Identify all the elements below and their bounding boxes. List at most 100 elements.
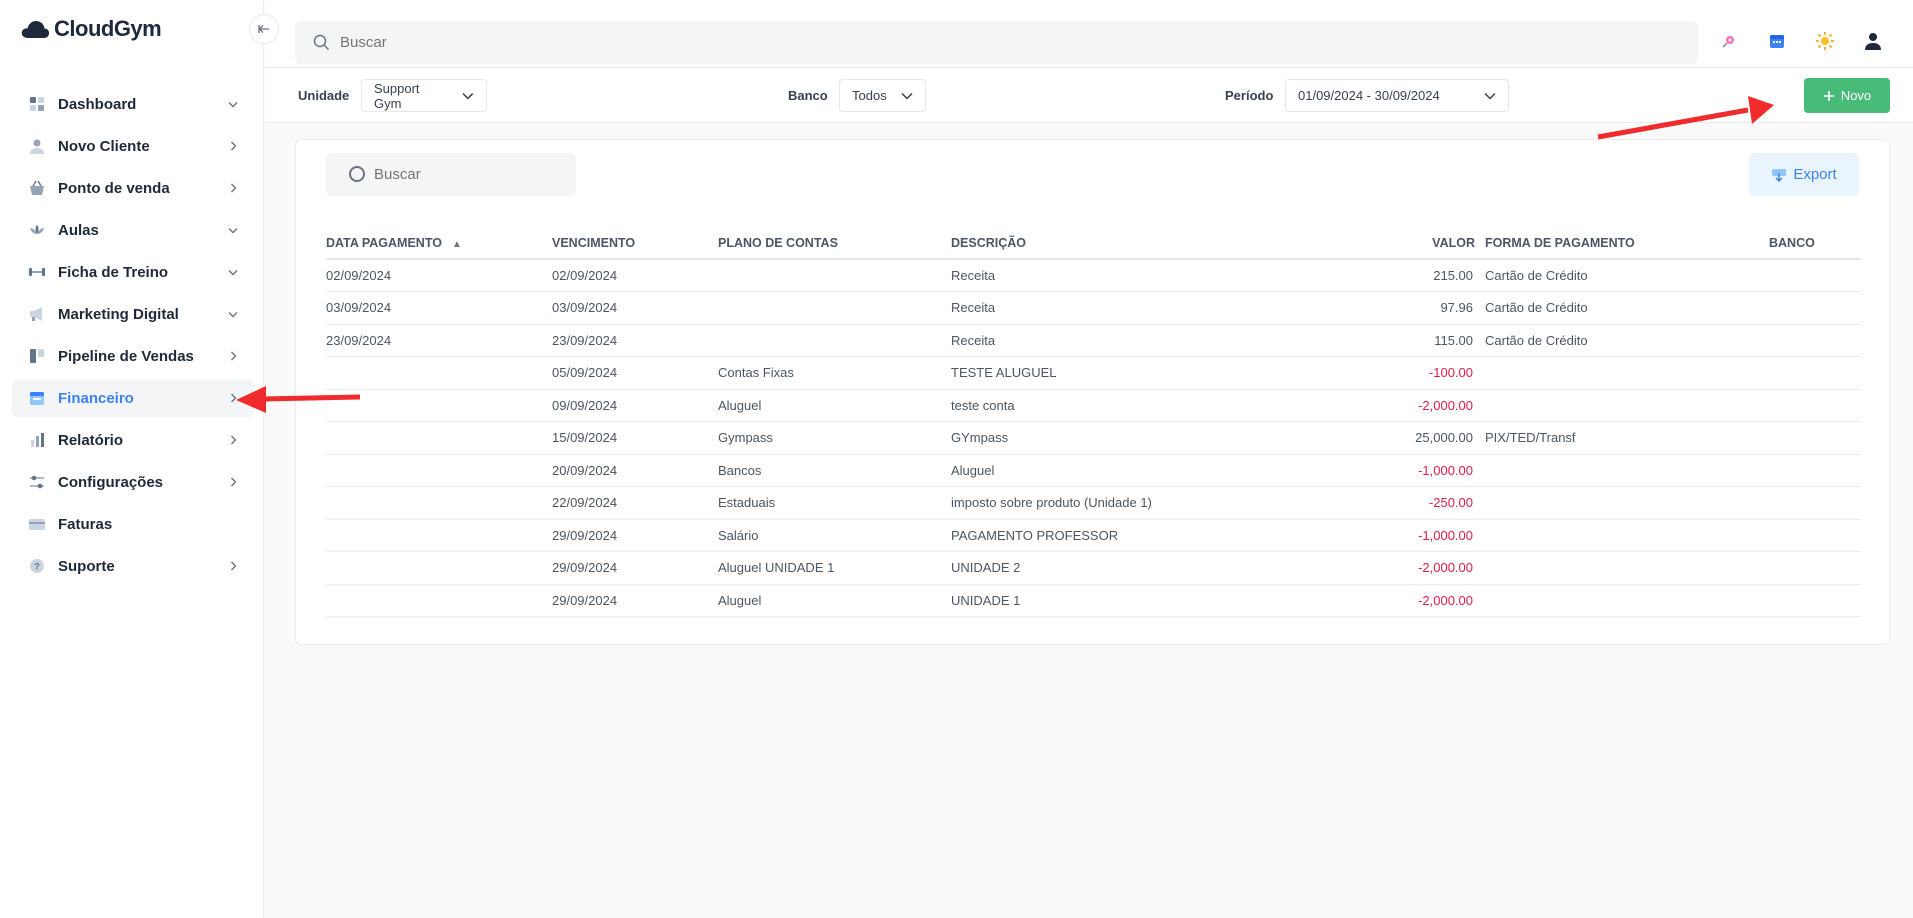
chevron-down-icon	[901, 92, 913, 100]
table-row[interactable]: 23/09/2024 23/09/2024 Receita 115.00 Cartão …	[326, 324, 1861, 357]
chevron-right-icon[interactable]	[226, 561, 240, 571]
sidebar-item-ponto-de-venda[interactable]: Ponto de venda	[12, 169, 254, 207]
cell-descricao: UNIDADE 1	[951, 584, 1249, 617]
table-row[interactable]: 03/09/2024 03/09/2024 Receita 97.96 Cartão d…	[326, 291, 1861, 325]
bar-chart-icon	[28, 431, 46, 449]
sidebar-item-novo-cliente[interactable]: Novo Cliente	[12, 127, 254, 165]
table-search[interactable]	[326, 153, 576, 196]
topbar	[265, 0, 1913, 68]
sort-asc-icon[interactable]: ▲	[452, 239, 462, 250]
sidebar-item-dashboard[interactable]: Dashboard	[12, 85, 254, 123]
table-row[interactable]: 29/09/2024 Aluguel UNIDADE 1 -2,000.00	[326, 584, 1861, 617]
cell-plano-de-contas: Contas Fixas	[718, 356, 951, 390]
chevron-right-icon[interactable]	[226, 351, 240, 361]
sidebar-item-marketing-digital[interactable]: Marketing Digital	[12, 295, 254, 333]
table-row[interactable]: 05/09/2024 Contas Fixas TESTE ALUGUEL -100.…	[326, 356, 1861, 390]
credit-card-icon	[28, 515, 46, 533]
cell-forma-de-pagamento	[1481, 584, 1769, 617]
banco-label: Banco	[788, 88, 828, 103]
cell-data-pagamento	[326, 356, 552, 390]
lotus-icon	[28, 221, 46, 239]
sidebar-item-configuracoes[interactable]: Configurações	[12, 463, 254, 501]
col-valor[interactable]: VALOR	[1249, 232, 1481, 260]
cell-valor: 115.00	[1249, 324, 1481, 357]
col-descricao[interactable]: DESCRIÇÃO	[951, 232, 1249, 260]
cell-data-pagamento	[326, 519, 552, 552]
cell-vencimento: 23/09/2024	[552, 324, 718, 357]
sidebar-item-financeiro[interactable]: Financeiro	[12, 379, 254, 417]
sliders-icon	[28, 473, 46, 491]
sidebar-item-relatorio[interactable]: Relatório	[12, 421, 254, 459]
chevron-down-icon[interactable]	[226, 227, 240, 234]
table-row[interactable]: 15/09/2024 Gympass GYmpass 25,000.00 PIX/TED…	[326, 421, 1861, 455]
chevron-right-icon[interactable]	[226, 183, 240, 193]
export-button-label: Export	[1793, 166, 1837, 183]
calendar-icon[interactable]	[1765, 29, 1789, 53]
unidade-select[interactable]: Support Gym	[361, 79, 487, 112]
sun-icon[interactable]	[1813, 29, 1837, 53]
table-row[interactable]: 29/09/2024 Salário PAGAMENTO PROFESSOR -1,0…	[326, 519, 1861, 552]
cell-banco	[1769, 421, 1861, 455]
chevron-right-icon[interactable]	[226, 393, 240, 403]
transactions-card: Export DATA PAGAMENTO ▲ VENCIMENTO PLANO …	[295, 139, 1890, 645]
collapse-sidebar-button[interactable]	[249, 14, 279, 44]
table-search-input[interactable]	[374, 166, 524, 183]
sidebar-item-label: Ficha de Treino	[58, 263, 169, 281]
cell-plano-de-contas	[718, 259, 951, 292]
chevron-down-icon[interactable]	[226, 311, 240, 318]
sidebar-item-suporte[interactable]: ? Suporte	[12, 547, 254, 585]
chevron-down-icon[interactable]	[226, 269, 240, 276]
novo-button[interactable]: Novo	[1804, 78, 1890, 113]
cell-descricao: teste conta	[951, 389, 1249, 422]
cell-data-pagamento	[326, 551, 552, 585]
cell-data-pagamento	[326, 389, 552, 422]
cell-forma-de-pagamento: Cartão de Crédito	[1481, 324, 1769, 357]
chevron-right-icon[interactable]	[226, 477, 240, 487]
cell-forma-de-pagamento: Cartão de Crédito	[1481, 259, 1769, 292]
cell-forma-de-pagamento	[1481, 551, 1769, 585]
global-search-input[interactable]	[340, 34, 1587, 51]
col-data-pagamento[interactable]: DATA PAGAMENTO ▲	[326, 232, 552, 260]
table-body: 02/09/2024 02/09/2024 Receita 215.00 Cartão …	[326, 259, 1861, 617]
cell-banco	[1769, 389, 1861, 422]
periodo-select[interactable]: 01/09/2024 - 30/09/2024	[1285, 79, 1509, 112]
sidebar-item-label: Aulas	[58, 221, 99, 239]
table-row[interactable]: 09/09/2024 Aluguel teste conta -2,000.00	[326, 389, 1861, 422]
table-row[interactable]: 02/09/2024 02/09/2024 Receita 215.00 Cartão …	[326, 259, 1861, 292]
cell-banco	[1769, 519, 1861, 552]
col-plano-de-contas[interactable]: PLANO DE CONTAS	[718, 232, 951, 260]
sidebar-item-aulas[interactable]: Aulas	[12, 211, 254, 249]
chevron-right-icon[interactable]	[226, 141, 240, 151]
rocket-icon[interactable]	[1717, 29, 1741, 53]
cell-plano-de-contas: Aluguel UNIDADE 1	[718, 551, 951, 585]
col-vencimento[interactable]: VENCIMENTO	[552, 232, 718, 260]
user-icon	[28, 137, 46, 155]
sidebar-item-ficha-de-treino[interactable]: Ficha de Treino	[12, 253, 254, 291]
cell-descricao: TESTE ALUGUEL	[951, 356, 1249, 390]
col-banco[interactable]: BANCO	[1769, 232, 1861, 260]
user-avatar-icon[interactable]	[1861, 29, 1885, 53]
table-row[interactable]: 22/09/2024 Estaduais imposto sobre produto…	[326, 486, 1861, 520]
chevron-down-icon[interactable]	[226, 101, 240, 108]
unidade-label: Unidade	[298, 88, 350, 103]
table-row[interactable]: 20/09/2024 Bancos Aluguel -1,000.00	[326, 454, 1861, 487]
svg-text:?: ?	[34, 562, 40, 572]
cell-forma-de-pagamento	[1481, 356, 1769, 390]
col-forma-de-pagamento[interactable]: FORMA DE PAGAMENTO	[1481, 232, 1769, 260]
chevron-right-icon[interactable]	[226, 435, 240, 445]
cell-data-pagamento	[326, 421, 552, 455]
sidebar-item-faturas[interactable]: Faturas	[12, 505, 254, 543]
cell-descricao: imposto sobre produto (Unidade 1)	[951, 486, 1249, 520]
global-search[interactable]	[295, 21, 1698, 64]
sidebar-item-pipeline-de-vendas[interactable]: Pipeline de Vendas	[12, 337, 254, 375]
table-row[interactable]: 29/09/2024 Aluguel UNIDADE 1 UNIDADE 2 -2,0…	[326, 551, 1861, 585]
brand-logo[interactable]: CloudGym	[20, 16, 162, 42]
export-button[interactable]: Export	[1749, 153, 1859, 196]
cell-data-pagamento: 03/09/2024	[326, 291, 552, 325]
cell-descricao: Receita	[951, 324, 1249, 357]
banco-select[interactable]: Todos	[839, 79, 926, 112]
search-icon	[349, 165, 365, 182]
periodo-label: Período	[1225, 88, 1274, 103]
cell-vencimento: 29/09/2024	[552, 551, 718, 585]
col-label: FORMA DE PAGAMENTO	[1485, 236, 1635, 250]
